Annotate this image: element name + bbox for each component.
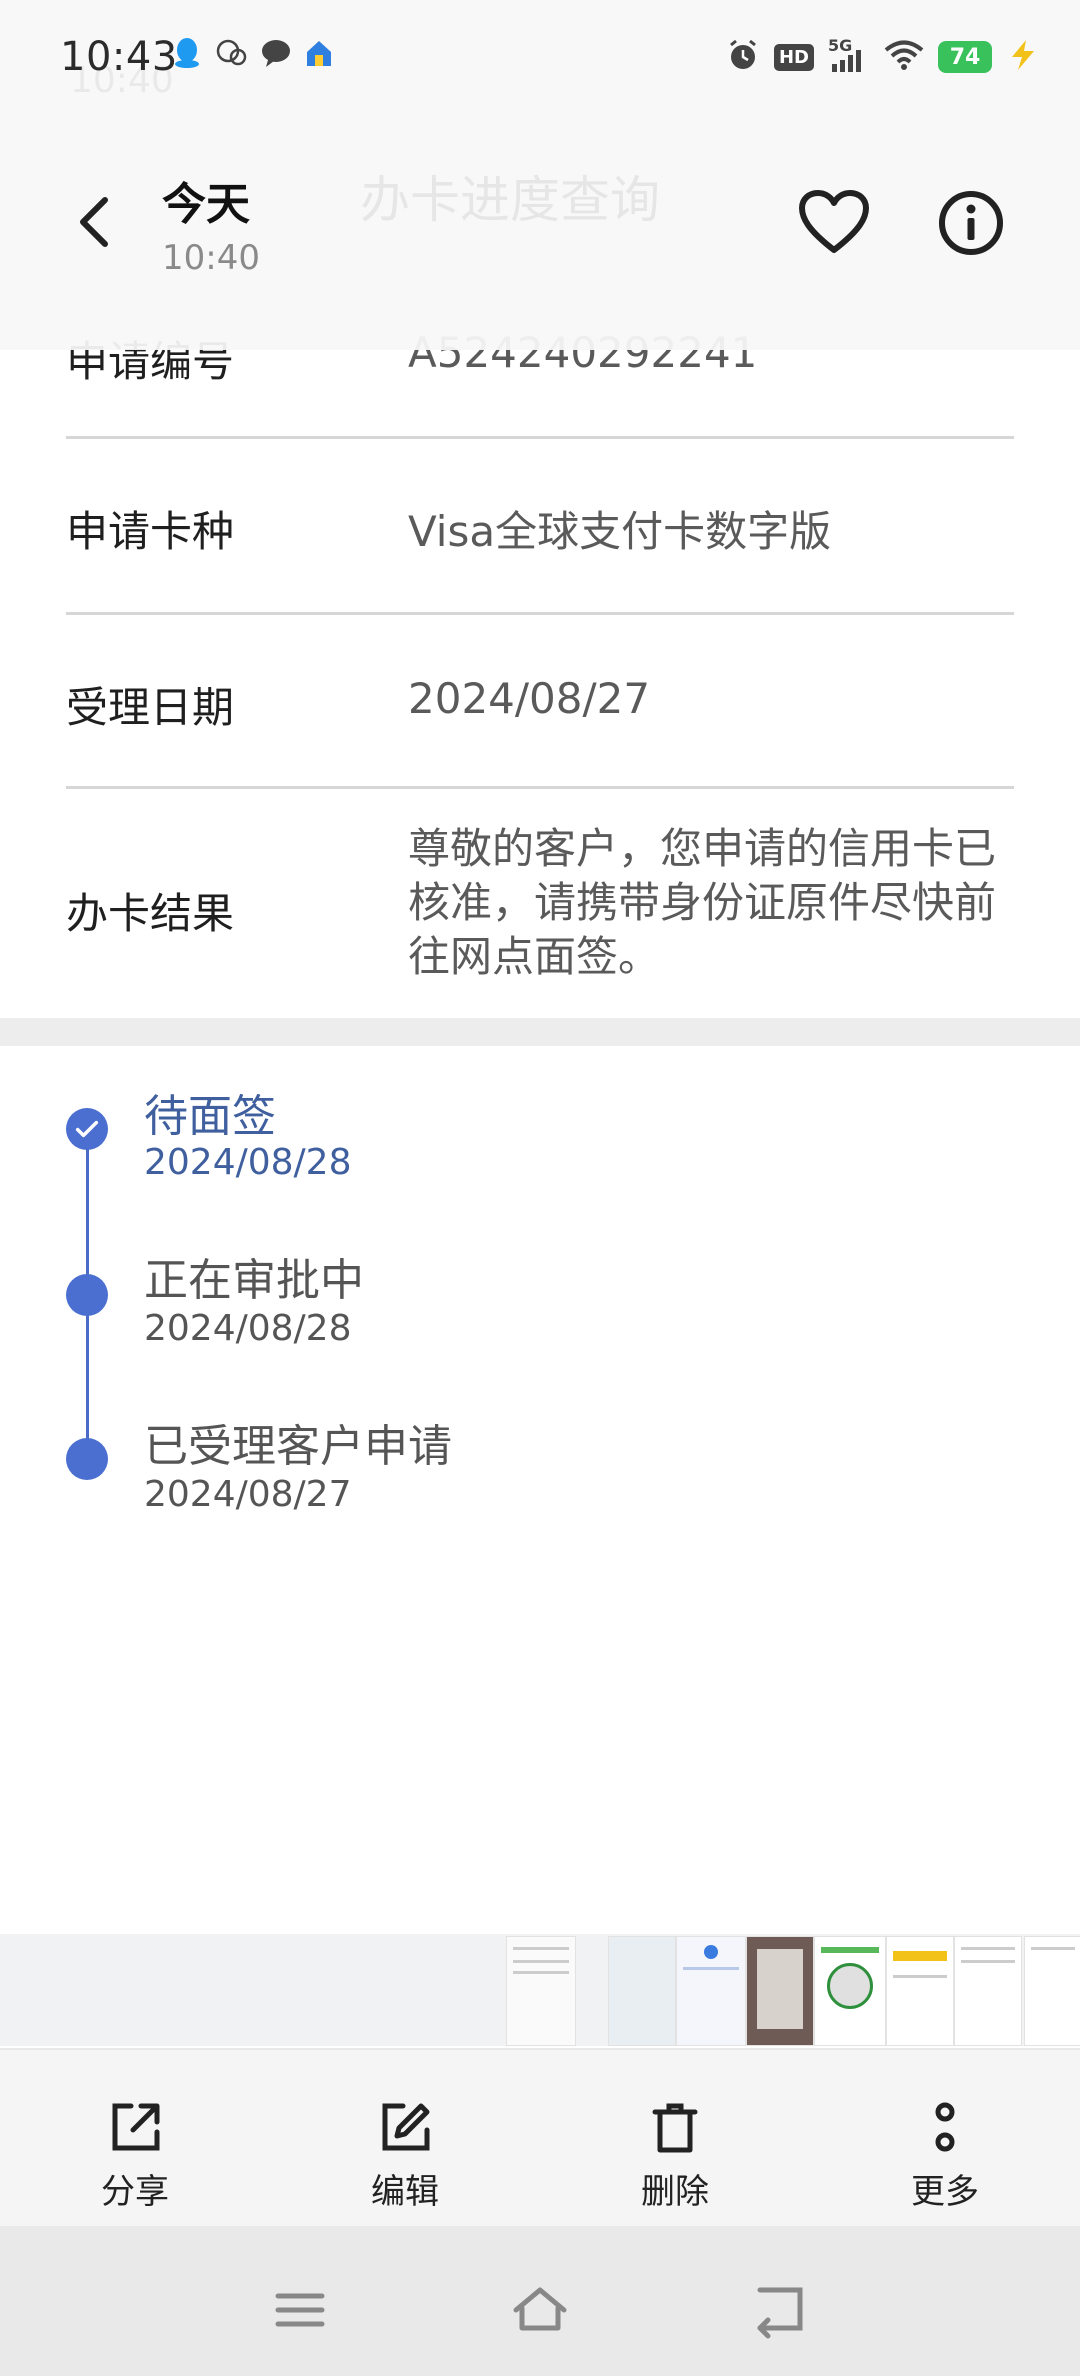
favorite-button[interactable] bbox=[798, 190, 870, 256]
ghost-page-title: 办卡进度查询 bbox=[360, 171, 660, 229]
thumbnail[interactable] bbox=[506, 1936, 576, 2046]
thumbnail[interactable] bbox=[676, 1936, 746, 2046]
row-label-card-type: 申请卡种 bbox=[66, 507, 235, 556]
signal-icon: 5G bbox=[828, 36, 870, 74]
timeline-dot bbox=[66, 1274, 108, 1316]
chevron-left-icon bbox=[80, 197, 108, 247]
delete-button[interactable]: 删除 bbox=[595, 2100, 755, 2213]
photo-date-title: 今天 bbox=[162, 179, 250, 230]
timeline-title-approving: 正在审批中 bbox=[144, 1255, 364, 1306]
chat-bubble-icon bbox=[214, 38, 248, 72]
info-button[interactable] bbox=[938, 190, 1004, 256]
home-app-icon bbox=[304, 37, 334, 73]
row-value-card-type: Visa全球支付卡数字版 bbox=[408, 507, 832, 556]
thumbnail[interactable] bbox=[886, 1936, 954, 2046]
share-button[interactable]: 分享 bbox=[55, 2100, 215, 2213]
notification-icons bbox=[172, 36, 334, 74]
divider bbox=[66, 612, 1014, 615]
section-divider bbox=[0, 1018, 1080, 1046]
check-circle-icon bbox=[66, 1108, 108, 1150]
row-label-accept-date: 受理日期 bbox=[66, 683, 235, 732]
photo-time-subtitle: 10:40 bbox=[162, 238, 260, 278]
wifi-icon bbox=[884, 39, 924, 75]
system-status-icons: HD 5G 74 bbox=[726, 36, 1040, 76]
edit-label: 编辑 bbox=[371, 2172, 439, 2212]
divider bbox=[66, 436, 1014, 439]
heart-icon bbox=[799, 190, 869, 253]
back-arrow-icon bbox=[757, 2287, 803, 2339]
timeline-date: 2024/08/27 bbox=[144, 1474, 352, 1515]
qq-icon bbox=[172, 36, 202, 74]
timeline-date: 2024/08/28 bbox=[144, 1308, 352, 1349]
edit-icon bbox=[382, 2103, 430, 2151]
menu-icon bbox=[275, 2293, 325, 2327]
charging-icon bbox=[1006, 39, 1040, 75]
thumbnail[interactable] bbox=[814, 1936, 886, 2046]
timeline-dot bbox=[66, 1438, 108, 1480]
thumbnail[interactable] bbox=[954, 1936, 1022, 2046]
share-icon bbox=[112, 2103, 160, 2151]
more-label: 更多 bbox=[911, 2172, 979, 2212]
hd-icon: HD bbox=[773, 43, 814, 71]
divider bbox=[66, 786, 1014, 789]
recent-apps-button[interactable] bbox=[270, 2280, 330, 2340]
thumbnail[interactable] bbox=[746, 1936, 814, 2046]
home-icon bbox=[513, 2287, 567, 2331]
row-label-result: 办卡结果 bbox=[66, 889, 235, 938]
alarm-icon bbox=[726, 38, 760, 76]
delete-label: 删除 bbox=[641, 2172, 709, 2212]
row-value-accept-date: 2024/08/27 bbox=[408, 674, 651, 723]
edit-button[interactable]: 编辑 bbox=[325, 2100, 485, 2213]
thumbnail[interactable] bbox=[608, 1936, 676, 2046]
share-label: 分享 bbox=[101, 2172, 169, 2212]
trash-icon bbox=[652, 2103, 698, 2153]
status-time: 10:43 bbox=[60, 34, 178, 80]
back-button[interactable] bbox=[62, 186, 126, 258]
timeline-title-pending-signing: 待面签 bbox=[144, 1091, 276, 1142]
row-value-result: 尊敬的客户，您申请的信用卡已核准，请携带身份证原件尽快前往网点面签。 bbox=[408, 824, 997, 981]
thumbnail[interactable] bbox=[1024, 1936, 1080, 2046]
home-button[interactable] bbox=[510, 2280, 570, 2340]
more-icon bbox=[935, 2102, 955, 2152]
battery-icon: 74 bbox=[938, 41, 992, 73]
back-nav-button[interactable] bbox=[750, 2280, 810, 2340]
timeline-title-accepted: 已受理客户申请 bbox=[144, 1421, 452, 1472]
timeline-date: 2024/08/28 bbox=[144, 1142, 352, 1183]
message-icon bbox=[260, 38, 292, 72]
more-button[interactable]: 更多 bbox=[865, 2100, 1025, 2213]
info-icon bbox=[939, 191, 1003, 255]
